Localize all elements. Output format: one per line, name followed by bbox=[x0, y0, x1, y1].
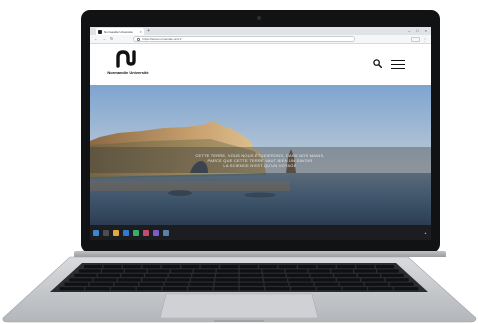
keyboard-key bbox=[264, 282, 289, 286]
keyboard-key bbox=[291, 287, 316, 291]
keyboard-key bbox=[200, 265, 219, 269]
keyboard-key bbox=[239, 278, 263, 282]
keyboard-key bbox=[308, 269, 331, 273]
keyboard-key bbox=[239, 287, 265, 291]
keyboard-key bbox=[220, 265, 239, 269]
keyboard-key bbox=[310, 273, 333, 278]
keyboard-key bbox=[103, 265, 122, 269]
keyboard-key bbox=[192, 273, 215, 278]
keyboard-key bbox=[375, 265, 395, 269]
keyboard-key bbox=[215, 278, 239, 282]
keyboard-key bbox=[278, 265, 297, 269]
keyboard-key bbox=[334, 273, 357, 278]
keyboard-key bbox=[239, 273, 263, 278]
keyboard-key bbox=[85, 287, 110, 291]
keyboard-key bbox=[393, 287, 419, 291]
keyboard-key bbox=[389, 282, 414, 286]
keyboard-key bbox=[213, 287, 239, 291]
keyboard-key bbox=[215, 273, 239, 278]
keyboard-key bbox=[331, 269, 354, 273]
keyboard-key bbox=[297, 265, 317, 269]
keyboard-key bbox=[111, 287, 136, 291]
keyboard-key bbox=[336, 265, 356, 269]
keyboard-key bbox=[312, 278, 336, 282]
keyboard-key bbox=[59, 287, 85, 291]
keyboard-key bbox=[285, 269, 308, 273]
keyboard-key bbox=[361, 278, 385, 282]
keyboard-key bbox=[170, 269, 193, 273]
keyboard-key bbox=[354, 269, 376, 273]
keyboard-key bbox=[145, 273, 168, 278]
laptop-keyboard-deck bbox=[2, 256, 477, 323]
keyboard-key bbox=[342, 287, 367, 291]
keyboard-key bbox=[289, 282, 314, 286]
keyboard-key bbox=[263, 278, 288, 282]
keyboard-key bbox=[74, 273, 97, 278]
keyboard-key bbox=[114, 282, 139, 286]
keyboard-key bbox=[142, 278, 166, 282]
keyboard-key bbox=[69, 278, 93, 282]
keyboard-key bbox=[83, 265, 103, 269]
keyboard-key bbox=[317, 265, 336, 269]
keyboard-key bbox=[79, 269, 101, 273]
keyboard-key bbox=[64, 282, 89, 286]
keyboard-key bbox=[262, 269, 285, 273]
keyboard-key bbox=[214, 282, 239, 286]
keyboard-key bbox=[181, 265, 200, 269]
keyboard-key bbox=[93, 278, 117, 282]
keyboard-key bbox=[239, 282, 264, 286]
keyboard-key bbox=[121, 273, 144, 278]
keyboard-key bbox=[357, 273, 381, 278]
keyboard-key bbox=[216, 269, 239, 273]
keyboard-key bbox=[377, 269, 399, 273]
keyboard-key bbox=[336, 278, 361, 282]
keyboard-key bbox=[381, 273, 404, 278]
keyboard-key bbox=[263, 273, 286, 278]
keyboard-key bbox=[239, 265, 258, 269]
keyboard-key bbox=[168, 273, 192, 278]
keyboard-key bbox=[190, 278, 215, 282]
keyboard-key bbox=[162, 287, 187, 291]
keyboard-key bbox=[193, 269, 216, 273]
keyboard-key bbox=[286, 273, 310, 278]
keyboard-key bbox=[288, 278, 312, 282]
keyboard-key bbox=[364, 282, 389, 286]
trackpad[interactable] bbox=[159, 293, 319, 319]
keyboard-key bbox=[368, 287, 393, 291]
keyboard-key bbox=[356, 265, 375, 269]
keyboard-key bbox=[102, 269, 124, 273]
keyboard-key bbox=[124, 269, 147, 273]
keyboard-key bbox=[385, 278, 409, 282]
keyboard-key bbox=[314, 282, 339, 286]
keyboard-key bbox=[161, 265, 181, 269]
keyboard-key bbox=[117, 278, 142, 282]
keyboard-key bbox=[97, 273, 121, 278]
keyboard-key bbox=[316, 287, 342, 291]
keyboard-key bbox=[89, 282, 114, 286]
keyboard-key bbox=[166, 278, 190, 282]
keyboard-key bbox=[189, 282, 214, 286]
keyboard-key bbox=[136, 287, 162, 291]
keyboard-key bbox=[188, 287, 213, 291]
keyboard-key bbox=[147, 269, 170, 273]
keyboard-key bbox=[259, 265, 278, 269]
keyboard-key bbox=[139, 282, 164, 286]
keyboard-key bbox=[122, 265, 142, 269]
keyboard-key bbox=[265, 287, 290, 291]
keyboard-key bbox=[164, 282, 189, 286]
keyboard-key bbox=[339, 282, 364, 286]
keyboard-key bbox=[142, 265, 161, 269]
keyboard-key bbox=[239, 269, 262, 273]
